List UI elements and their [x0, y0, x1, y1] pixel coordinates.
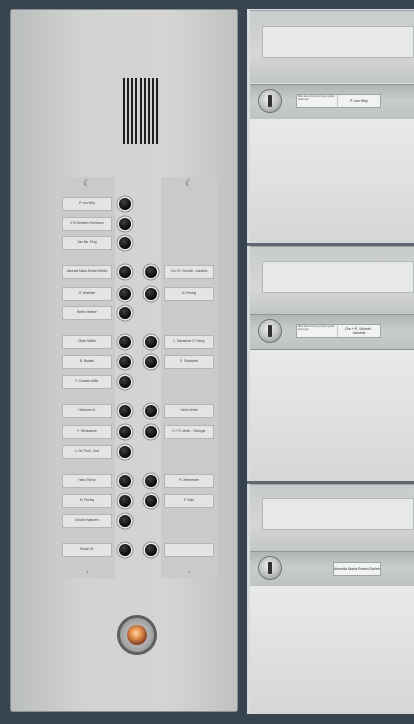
name-label: F. Obrisschek — [62, 425, 112, 439]
column-mark: 1 — [188, 569, 191, 574]
bell-button[interactable] — [145, 544, 157, 556]
name-label — [164, 543, 214, 557]
bell-button[interactable] — [119, 198, 131, 210]
name-label: Almeida Maria Robert Dieleh — [62, 265, 112, 279]
mailbox-namecard: Bitte keine Werbung Keine gratis Zeitung… — [296, 94, 381, 108]
mailbox-door — [250, 350, 414, 482]
mailbox-door — [250, 586, 414, 714]
name-label: S. Glandorte — [164, 355, 214, 369]
bell-button[interactable] — [119, 376, 131, 388]
mailbox-door — [250, 119, 414, 244]
name-label: H. Woeltner — [62, 287, 112, 301]
name-label: Rosch W. — [62, 543, 112, 557]
lock-icon[interactable] — [259, 90, 281, 112]
mailbox-namecard: Bitte keine Werbung Keine gratis Zeitung… — [296, 324, 381, 338]
name-label: F. Crasser-Aiffer — [62, 375, 112, 389]
name-label: L. Schweizer S. Horny — [164, 335, 214, 349]
mail-slot — [262, 26, 414, 58]
name-label: Van Ms. Perg — [62, 236, 112, 250]
name-label: Hans Tierny — [62, 474, 112, 488]
mailbox-name: P. von Wiry — [350, 99, 368, 103]
bell-button[interactable] — [145, 426, 157, 438]
moon-icon: ☾ — [184, 178, 194, 188]
mailbox-namecard: Almeida Maria Robert Dieleh — [333, 562, 381, 576]
name-label: Brehn Helene — [62, 306, 112, 320]
bell-button[interactable] — [119, 288, 131, 300]
light-icon — [127, 625, 147, 645]
name-label: Oliver Müller — [62, 335, 112, 349]
bell-button[interactable] — [119, 266, 131, 278]
name-label: P. Leitermeder — [164, 474, 214, 488]
namecard-note: Bitte keine Werbung Keine gratis Zeitung… — [297, 95, 338, 107]
name-label: F. Nold — [164, 494, 214, 508]
bell-button[interactable] — [145, 405, 157, 417]
bell-button[interactable] — [119, 237, 131, 249]
speaker-grille — [123, 78, 158, 144]
bell-button[interactable] — [145, 495, 157, 507]
bell-button[interactable] — [119, 544, 131, 556]
name-label: Simone Mannert — [62, 514, 112, 528]
bell-button[interactable] — [119, 405, 131, 417]
name-label: M. Pirning — [62, 494, 112, 508]
column-mark: 1 — [86, 569, 89, 574]
name-label: Gerlin Arntzl — [164, 404, 214, 418]
mailbox-name: Chr.+ R. Schnell - Jakobitz — [344, 327, 374, 335]
mail-slot — [262, 261, 414, 293]
bell-button[interactable] — [145, 336, 157, 348]
bell-button[interactable] — [119, 515, 131, 527]
namecard-note: Bitte keine Werbung Keine gratis Zeitung… — [297, 325, 338, 337]
bell-button[interactable] — [119, 356, 131, 368]
bell-button[interactable] — [119, 446, 131, 458]
name-label: Hofmann M. — [62, 404, 112, 418]
name-label: K+E Bohlsen Fehlhaver — [62, 217, 112, 231]
bell-button[interactable] — [119, 307, 131, 319]
name-label: P. von Wiry — [62, 197, 112, 211]
mail-slot — [262, 498, 414, 530]
bell-button[interactable] — [119, 218, 131, 230]
bell-button[interactable] — [145, 288, 157, 300]
bell-button[interactable] — [119, 495, 131, 507]
right-label-column — [161, 177, 217, 578]
lock-icon[interactable] — [259, 557, 281, 579]
lock-icon[interactable] — [259, 320, 281, 342]
moon-icon: ☾ — [82, 178, 92, 188]
name-label: M. Pirning — [164, 287, 214, 301]
bell-button[interactable] — [119, 336, 131, 348]
name-label: Chr.+R. Schnell - Jakobitz — [164, 265, 214, 279]
name-label: B. Brande — [62, 355, 112, 369]
bell-button[interactable] — [119, 426, 131, 438]
bell-button[interactable] — [119, 475, 131, 487]
mailbox-name: Almeida Maria Robert Dieleh — [334, 567, 380, 571]
bell-button[interactable] — [145, 475, 157, 487]
name-label: H.+ R. Meier - Geringer — [164, 425, 214, 439]
bell-button[interactable] — [145, 356, 157, 368]
bell-button[interactable] — [145, 266, 157, 278]
name-label: L./ M. Proß - Kurt — [62, 445, 112, 459]
